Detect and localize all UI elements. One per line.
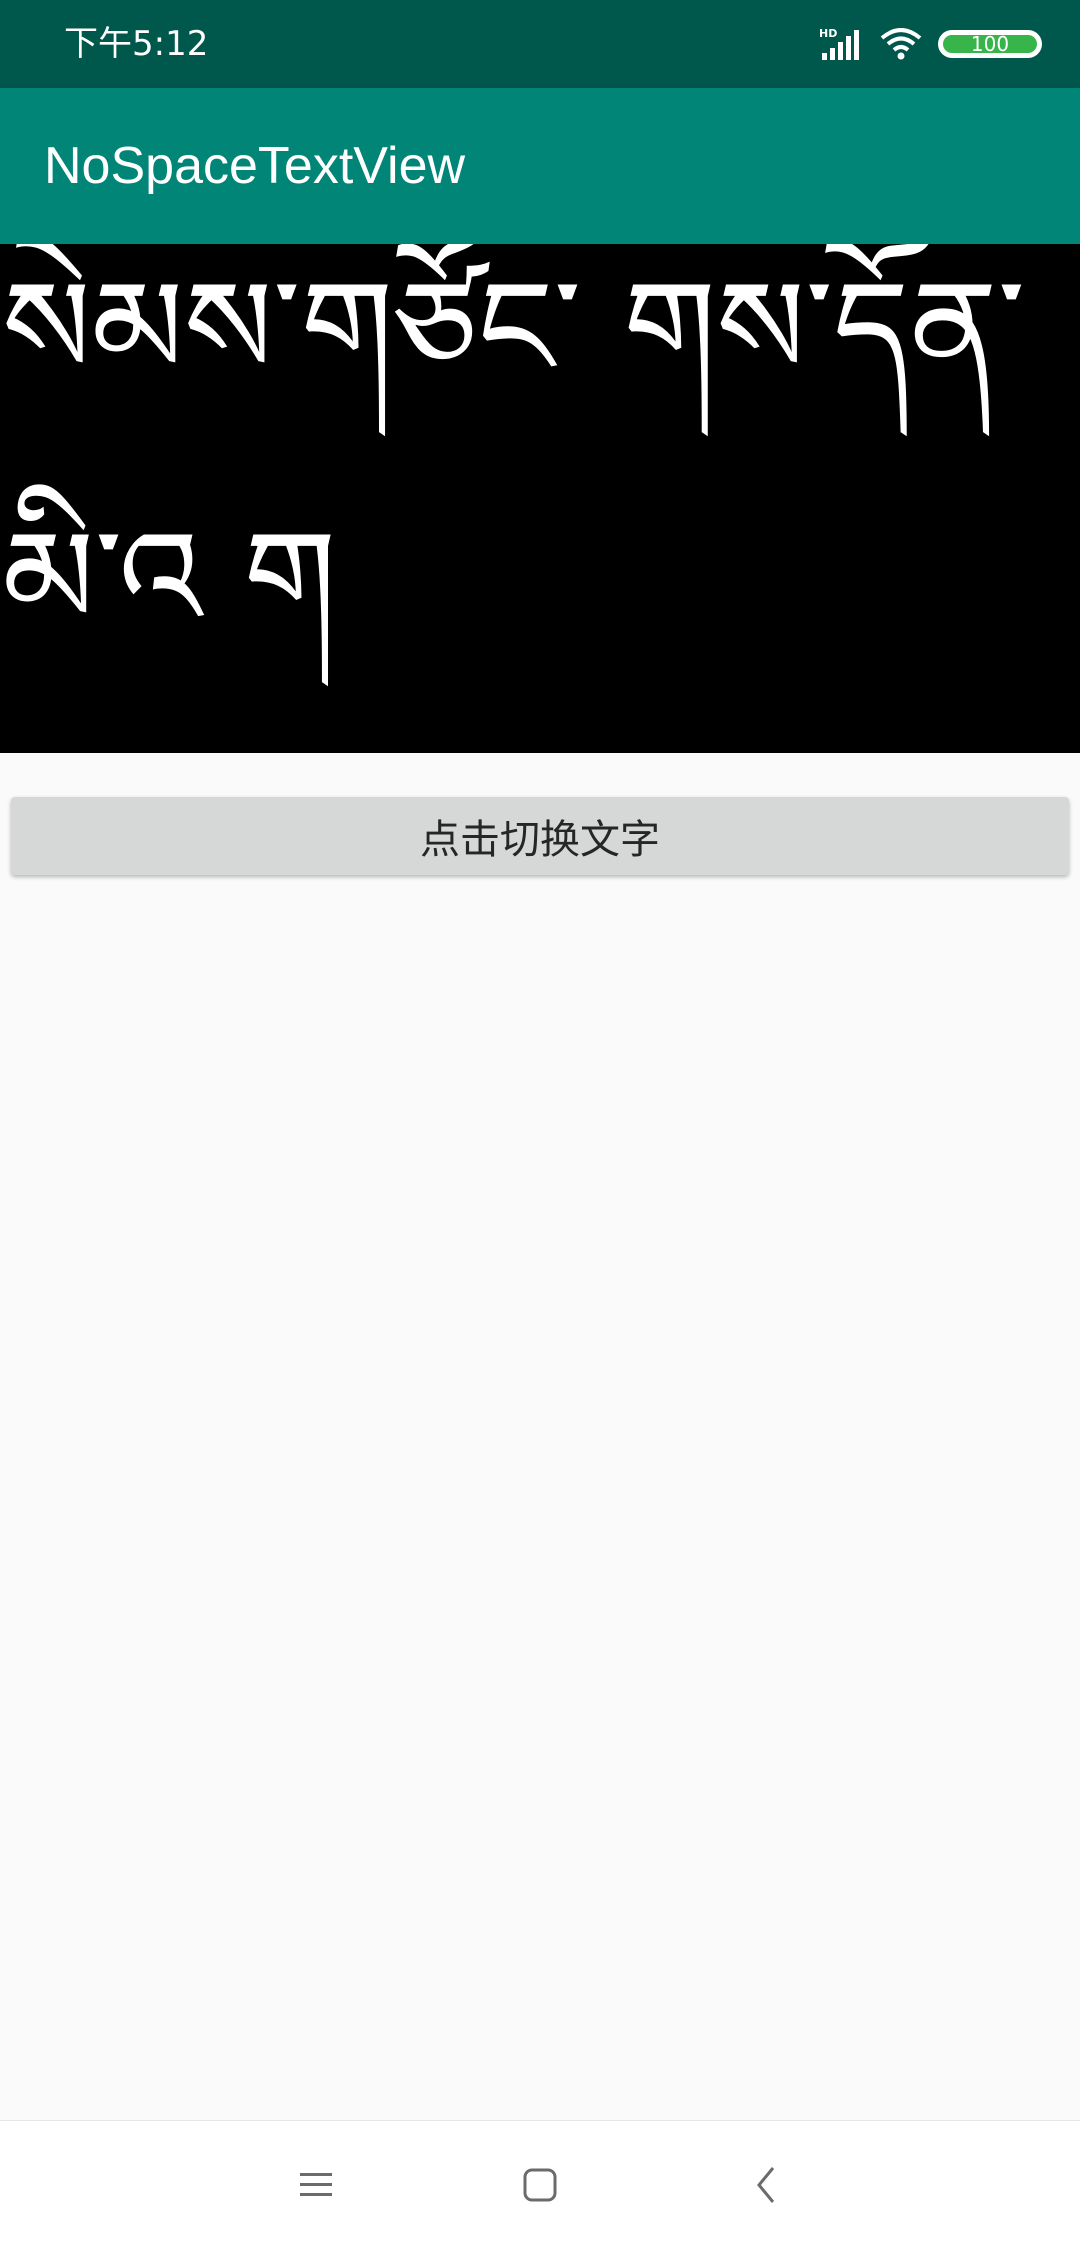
tibetan-text: སེམས་གཙོང་ གས་དོན་མི་འ ག xyxy=(2,252,1026,656)
status-bar: 下午5:12 HD 100 xyxy=(0,0,1080,88)
app-title: NoSpaceTextView xyxy=(44,137,466,195)
no-space-text-view: སེམས་གཙོང་ གས་དོན་མི་འ ག xyxy=(0,244,1080,753)
app-bar: NoSpaceTextView xyxy=(0,88,1080,244)
screen: 下午5:12 HD 100 NoSpaceTextView སེམས་གཙོང་… xyxy=(0,0,1080,2248)
menu-icon[interactable] xyxy=(286,2155,346,2215)
home-icon[interactable] xyxy=(510,2155,570,2215)
back-icon[interactable] xyxy=(736,2155,796,2215)
switch-text-button[interactable]: 点击切换文字 xyxy=(11,797,1069,875)
hd-signal-icon: HD xyxy=(818,27,864,61)
status-time: 下午5:12 xyxy=(64,24,209,64)
status-icons: HD 100 xyxy=(818,22,1042,66)
battery-level: 100 xyxy=(970,32,1010,56)
battery-icon: 100 xyxy=(938,30,1042,58)
hd-label: HD xyxy=(819,27,837,40)
navigation-bar xyxy=(0,2120,1080,2248)
wifi-icon xyxy=(880,28,922,60)
